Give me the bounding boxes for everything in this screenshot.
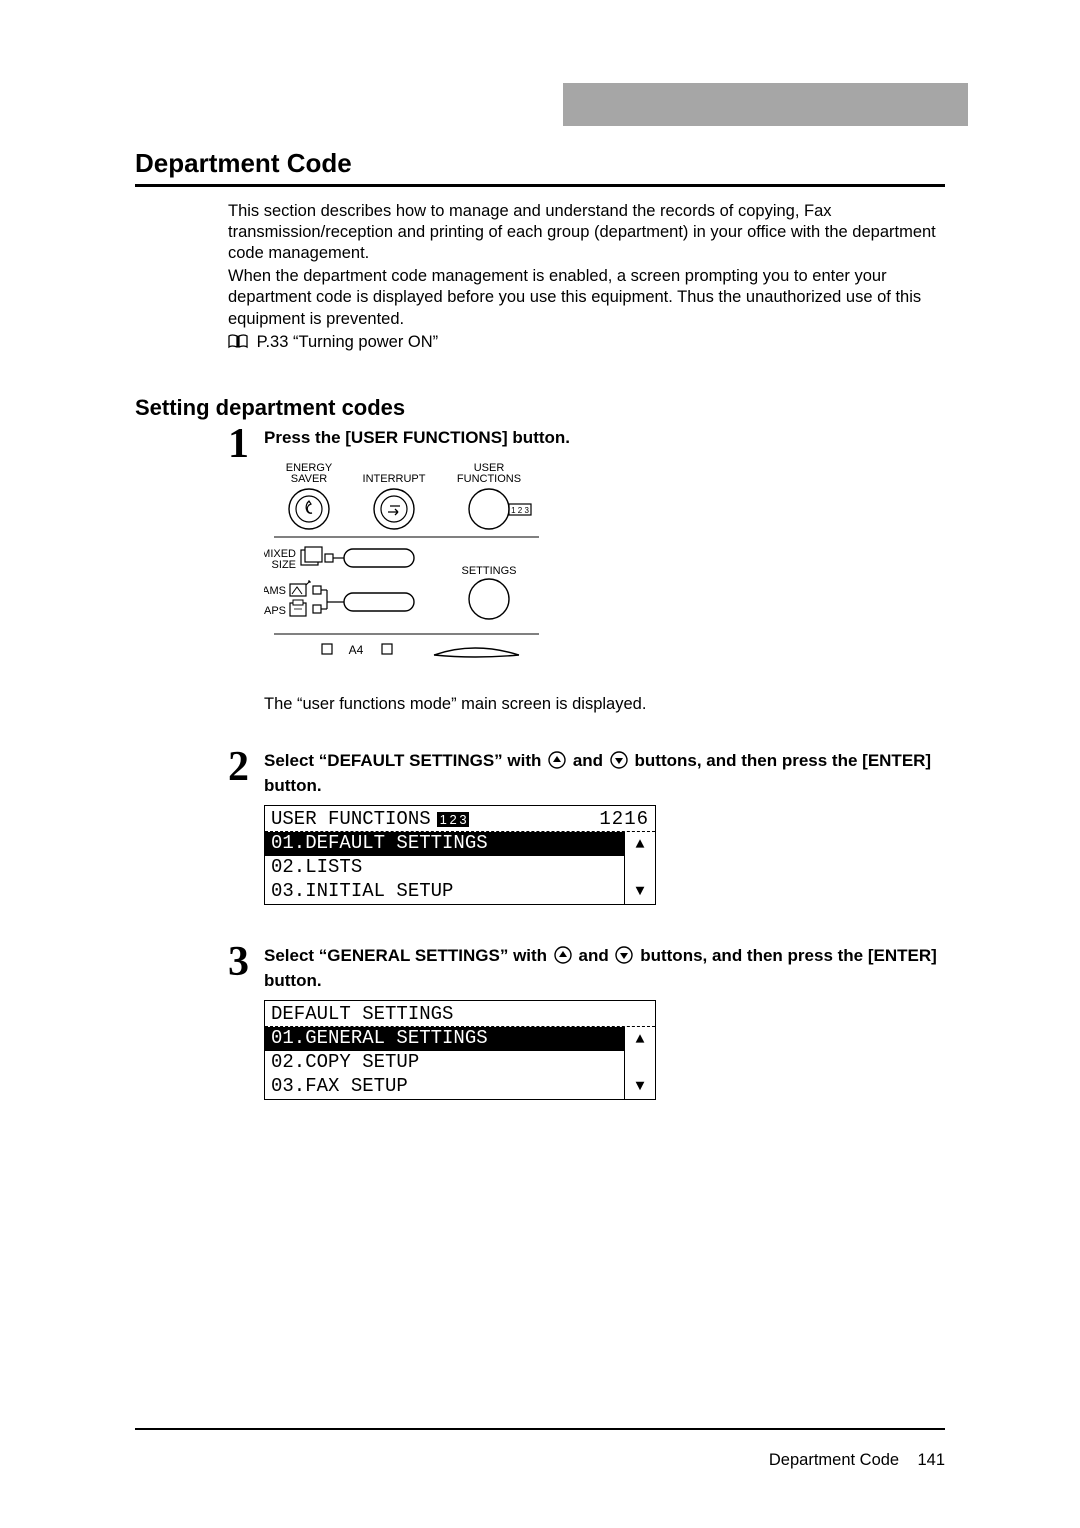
lcd-header-title: DEFAULT SETTINGS: [271, 1005, 453, 1024]
scroll-up-icon: ▲: [635, 837, 644, 852]
lcd-header-badge: 1 2 3: [437, 812, 469, 827]
step-3: 3 Select “GENERAL SETTINGS” with and but…: [228, 945, 945, 1100]
label-saver: SAVER: [291, 473, 328, 485]
intro-block: This section describes how to manage and…: [228, 201, 945, 355]
lcd-screen-default-settings: DEFAULT SETTINGS 01.GENERAL SETTINGS 02.…: [264, 1000, 656, 1100]
up-arrow-icon: [554, 946, 572, 970]
energy-saver-button: [289, 489, 329, 529]
up-arrow-icon: [548, 751, 566, 775]
step-number-1: 1: [228, 423, 264, 714]
curve-bottom: [434, 648, 519, 655]
page-title: Department Code: [135, 148, 945, 179]
user-functions-button: 1 2 3: [469, 489, 531, 529]
step-number-2: 2: [228, 746, 264, 905]
intro-paragraph-2: When the department code management is e…: [228, 266, 945, 329]
label-interrupt: INTERRUPT: [363, 473, 426, 485]
lcd-row-copy-setup: 02.COPY SETUP: [265, 1051, 655, 1075]
aps-icon: [290, 600, 306, 616]
lcd-screen-user-functions: USER FUNCTIONS 1 2 3 1216 01.DEFAULT SET…: [264, 805, 656, 905]
tiny-123-label: 1 2 3: [511, 506, 529, 515]
lcd-row-fax-setup: 03.FAX SETUP: [265, 1075, 655, 1099]
led-box-5: [382, 644, 392, 654]
book-icon: [228, 334, 248, 355]
step-1-title: Press the [USER FUNCTIONS] button.: [264, 427, 945, 449]
led-box-2: [313, 586, 321, 594]
lcd-row-general-settings: 01.GENERAL SETTINGS: [265, 1027, 625, 1051]
lcd-header-counter: 1216: [599, 810, 649, 829]
title-rule: [135, 184, 945, 187]
label-a4: A4: [349, 643, 364, 657]
lcd-row-default-settings: 01.DEFAULT SETTINGS: [265, 832, 625, 856]
label-aps: APS: [264, 605, 286, 617]
label-ams: AMS: [264, 585, 286, 597]
ams-icon: [290, 581, 310, 596]
step-number-3: 3: [228, 941, 264, 1100]
step-3-title-mid: and: [579, 946, 614, 965]
mixed-size-icon: [301, 547, 322, 565]
label-settings: SETTINGS: [461, 565, 516, 577]
label-functions: FUNCTIONS: [457, 473, 521, 485]
footer: Department Code 141: [769, 1451, 945, 1470]
step-1: 1 Press the [USER FUNCTIONS] button. ENE…: [228, 427, 945, 714]
step-2: 2 Select “DEFAULT SETTINGS” with and but…: [228, 750, 945, 905]
page: Department Code This section describes h…: [0, 0, 1080, 1528]
scroll-down-icon: ▼: [635, 1079, 644, 1094]
control-panel-illustration: ENERGY SAVER INTERRUPT USER FUNCTIONS: [264, 459, 549, 685]
footer-rule: [135, 1428, 945, 1430]
step-3-title-a: Select “GENERAL SETTINGS” with: [264, 946, 552, 965]
lcd-header-title: USER FUNCTIONS: [271, 810, 431, 829]
down-arrow-icon: [610, 751, 628, 775]
step-2-title-mid: and: [573, 751, 608, 770]
footer-label: Department Code: [769, 1451, 899, 1469]
lcd-header: USER FUNCTIONS 1 2 3 1216: [265, 806, 655, 832]
led-box-4: [322, 644, 332, 654]
section-heading: Setting department codes: [135, 395, 945, 421]
down-arrow-icon: [615, 946, 633, 970]
led-box-3: [313, 605, 321, 613]
lcd-scroll-arrows: ▲ ▼: [624, 832, 655, 904]
lcd-row-initial-setup: 03.INITIAL SETUP: [265, 880, 655, 904]
pill-button-1: [344, 549, 414, 567]
scroll-up-icon: ▲: [635, 1032, 644, 1047]
settings-button: [469, 579, 509, 619]
interrupt-button: [374, 489, 414, 529]
lcd-header: DEFAULT SETTINGS: [265, 1001, 655, 1027]
lcd-scroll-arrows: ▲ ▼: [624, 1027, 655, 1099]
cross-reference-text: P.33 “Turning power ON”: [257, 333, 439, 351]
intro-paragraph-1: This section describes how to manage and…: [228, 201, 945, 264]
step-3-title: Select “GENERAL SETTINGS” with and butto…: [264, 945, 945, 992]
side-tab: [563, 83, 968, 126]
label-size: SIZE: [272, 559, 296, 571]
page-number: 141: [917, 1451, 945, 1469]
step-2-title: Select “DEFAULT SETTINGS” with and butto…: [264, 750, 945, 797]
pill-button-2: [344, 593, 414, 611]
step-1-caption: The “user functions mode” main screen is…: [264, 695, 945, 714]
scroll-down-icon: ▼: [635, 884, 644, 899]
lcd-row-lists: 02.LISTS: [265, 856, 655, 880]
step-2-title-a: Select “DEFAULT SETTINGS” with: [264, 751, 546, 770]
led-box-1: [325, 554, 333, 562]
cross-reference: P.33 “Turning power ON”: [228, 332, 945, 355]
